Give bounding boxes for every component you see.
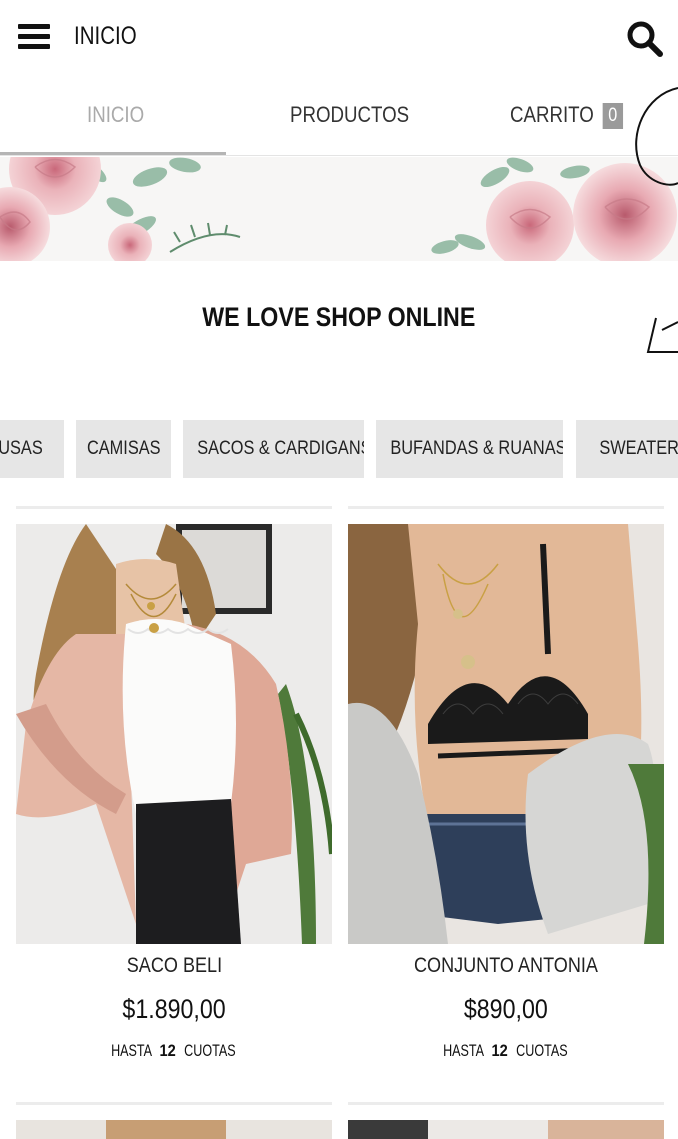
floral-banner	[0, 157, 678, 261]
product-price: $1.890,00	[16, 994, 332, 1025]
product-name-text: SACO BELI	[126, 954, 222, 977]
main-nav: INICIO PRODUCTOS CARRITO 0	[0, 78, 678, 156]
product-price: $890,00	[348, 994, 664, 1025]
card-divider	[16, 506, 332, 509]
category-label: BLUSAS	[0, 438, 43, 459]
product-card[interactable]	[348, 1100, 664, 1139]
installments-number: 12	[159, 1041, 177, 1060]
card-divider	[348, 506, 664, 509]
product-image[interactable]	[16, 524, 332, 944]
installments-prefix: HASTA	[443, 1041, 485, 1060]
product-price-text: $890,00	[464, 994, 548, 1024]
card-divider	[348, 1102, 664, 1105]
category-chip-blusas[interactable]: BLUSAS	[0, 420, 64, 478]
product-image[interactable]	[348, 524, 664, 944]
product-name-text: CONJUNTO ANTONIA	[414, 954, 598, 977]
product-price-text: $1.890,00	[122, 994, 226, 1024]
category-chip-sacos-cardigans[interactable]: SACOS & CARDIGANS	[183, 420, 364, 478]
installments-prefix: HASTA	[111, 1041, 153, 1060]
cart-count-badge: 0	[602, 103, 624, 130]
product-name[interactable]: CONJUNTO ANTONIA	[348, 954, 664, 978]
product-card[interactable]: SACO BELI $1.890,00 HASTA 12 CUOTAS	[16, 506, 332, 1076]
top-bar: INICIO	[0, 0, 678, 78]
product-name[interactable]: SACO BELI	[16, 954, 332, 978]
nav-divider	[0, 155, 678, 156]
product-card[interactable]	[16, 1100, 332, 1139]
slogan-text: WE LOVE SHOP ONLINE	[202, 302, 476, 332]
category-chip-bufandas-ruanas[interactable]: BUFANDAS & RUANAS	[376, 420, 563, 478]
installments-info: HASTA 12 CUOTAS	[16, 1041, 332, 1061]
tab-productos[interactable]: PRODUCTOS	[290, 102, 409, 128]
category-chips: BLUSAS CAMISAS SACOS & CARDIGANS BUFANDA…	[0, 420, 678, 478]
tab-inicio[interactable]: INICIO	[87, 102, 144, 128]
category-label: SWEATERS	[599, 438, 678, 459]
installments-suffix: CUOTAS	[184, 1041, 236, 1060]
installments-suffix: CUOTAS	[516, 1041, 568, 1060]
product-image[interactable]	[16, 1120, 332, 1139]
category-label: SACOS & CARDIGANS	[197, 438, 364, 459]
product-card[interactable]: CONJUNTO ANTONIA $890,00 HASTA 12 CUOTAS	[348, 506, 664, 1076]
tab-carrito-label: CARRITO	[510, 102, 594, 127]
installments-number: 12	[491, 1041, 509, 1060]
category-chip-camisas[interactable]: CAMISAS	[76, 420, 171, 478]
tab-carrito[interactable]: CARRITO 0	[510, 102, 624, 130]
installments-info: HASTA 12 CUOTAS	[348, 1041, 664, 1061]
category-label: BUFANDAS & RUANAS	[390, 438, 563, 459]
category-chip-sweaters[interactable]: SWEATERS	[576, 420, 678, 478]
page-title: INICIO	[74, 22, 137, 50]
search-icon[interactable]	[626, 20, 664, 58]
slogan: WE LOVE SHOP ONLINE	[0, 302, 678, 333]
menu-icon[interactable]	[18, 24, 50, 50]
product-image[interactable]	[348, 1120, 664, 1139]
card-divider	[16, 1102, 332, 1105]
category-label: CAMISAS	[86, 438, 161, 459]
